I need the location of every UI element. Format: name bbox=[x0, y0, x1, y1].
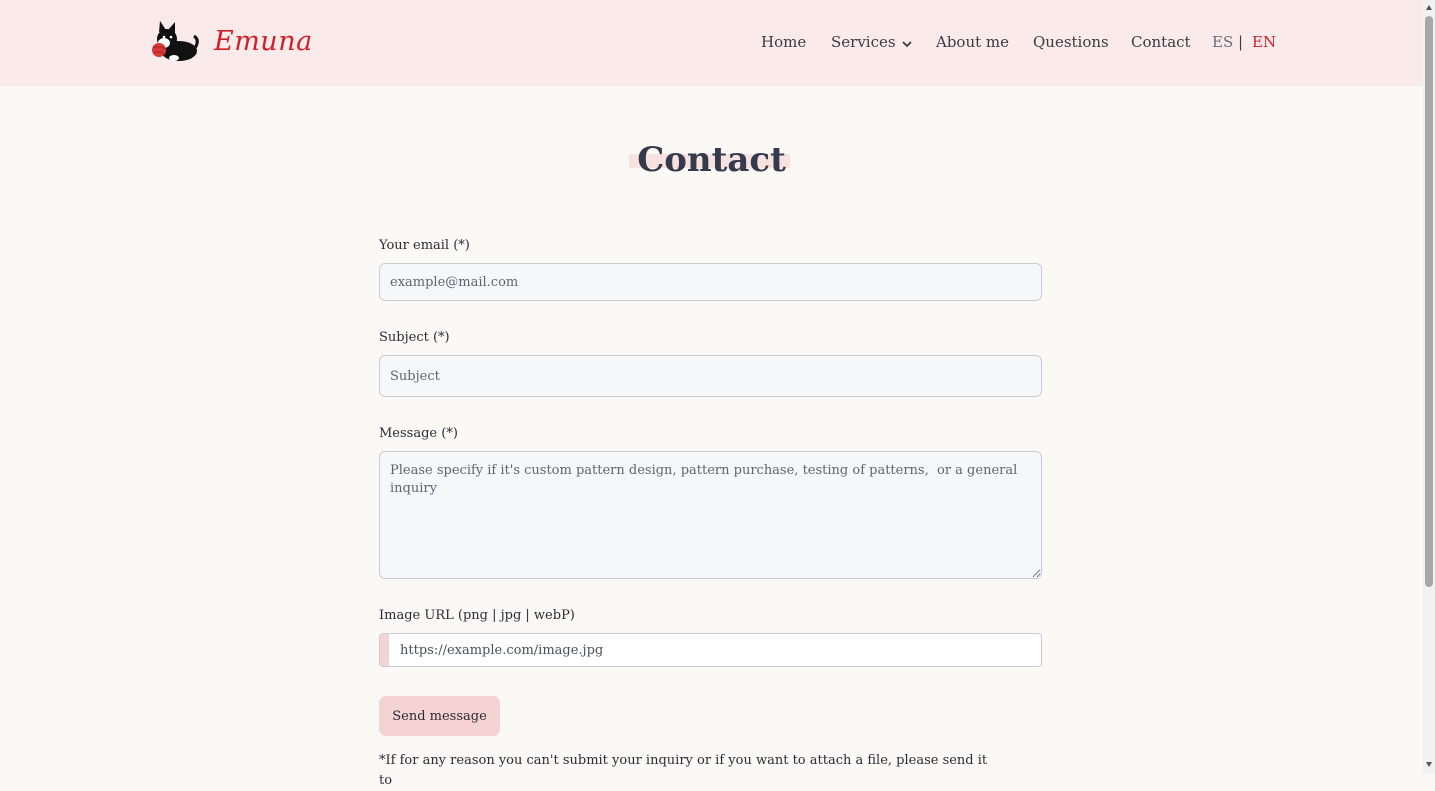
scroll-up-icon[interactable] bbox=[1425, 4, 1433, 12]
page-scrollbar[interactable] bbox=[1423, 0, 1435, 774]
nav-services[interactable]: Services bbox=[831, 33, 912, 52]
subject-label: Subject (*) bbox=[379, 330, 450, 345]
scroll-down-icon[interactable] bbox=[1425, 760, 1433, 768]
image-url-accent bbox=[380, 634, 389, 666]
page-title: Contact bbox=[629, 140, 790, 180]
scrollbar-thumb[interactable] bbox=[1425, 16, 1433, 587]
nav-home[interactable]: Home bbox=[761, 33, 806, 51]
top-navbar: Emuna Home Services About me Questions C… bbox=[0, 0, 1423, 86]
lang-en-link[interactable]: EN bbox=[1252, 33, 1276, 51]
email-label: Your email (*) bbox=[379, 238, 470, 253]
fallback-note: *If for any reason you can't submit your… bbox=[379, 753, 988, 788]
image-url-label: Image URL (png | jpg | webP) bbox=[379, 608, 575, 623]
nav-about-me[interactable]: About me bbox=[936, 33, 1009, 51]
nav-questions[interactable]: Questions bbox=[1033, 33, 1109, 51]
lang-separator: | bbox=[1238, 33, 1244, 51]
page-title-text: Contact bbox=[637, 140, 786, 180]
image-url-field-wrap bbox=[379, 633, 1042, 667]
send-message-button[interactable]: Send message bbox=[379, 696, 500, 736]
lang-es-link[interactable]: ES bbox=[1212, 33, 1233, 51]
chevron-down-icon bbox=[901, 34, 912, 52]
message-field[interactable] bbox=[379, 451, 1042, 579]
nav-contact[interactable]: Contact bbox=[1131, 33, 1191, 51]
subject-field[interactable] bbox=[379, 355, 1042, 397]
page-title-wrap: Contact bbox=[0, 140, 1423, 180]
main-nav: Home Services About me Questions Contact… bbox=[0, 33, 1423, 53]
message-label: Message (*) bbox=[379, 426, 458, 441]
email-field[interactable] bbox=[379, 263, 1042, 301]
image-url-field[interactable] bbox=[390, 634, 1041, 666]
nav-services-label: Services bbox=[831, 33, 896, 51]
